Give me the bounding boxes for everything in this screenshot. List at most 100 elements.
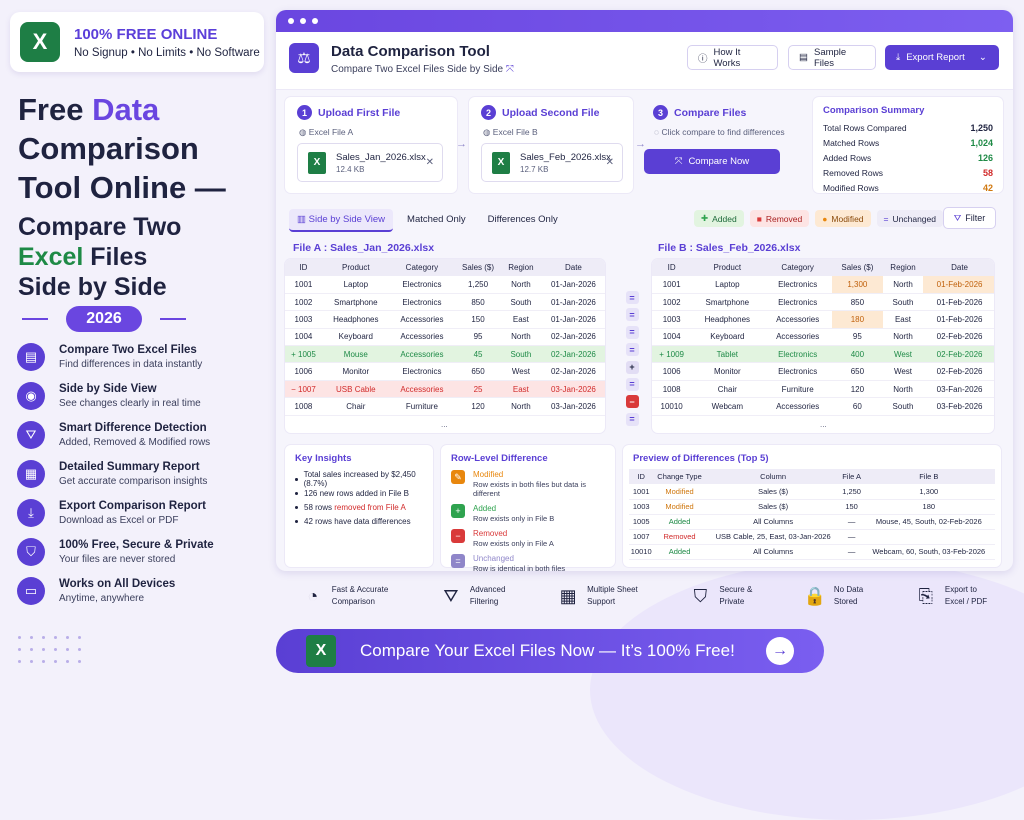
column-header[interactable]: ID (652, 259, 692, 276)
decorative-dots (18, 636, 88, 663)
hero-title: Free Data Comparison Tool Online — Compa… (18, 94, 226, 305)
column-header[interactable]: Sales ($) (454, 259, 502, 276)
column-header[interactable]: ID (285, 259, 322, 276)
column-header[interactable]: File B (862, 469, 995, 484)
window-dot[interactable] (288, 18, 294, 24)
feature-desc: Your files are never stored (59, 554, 176, 565)
table-row[interactable]: 1003 Headphones Accessories 180 East 01-Feb-2… (652, 310, 994, 329)
table-cell: North (501, 276, 540, 294)
table-cell: East (501, 380, 540, 399)
table-cell (862, 529, 995, 545)
column-header[interactable]: Region (501, 259, 540, 276)
tab-side-by-side[interactable]: ▥ Side by Side View (289, 209, 394, 232)
table-row[interactable]: 1008 Chair Furniture 120 North 03-Fan-2026 (652, 380, 994, 399)
window-dot[interactable] (312, 18, 318, 24)
column-header[interactable]: Product (691, 259, 764, 276)
file-b-chip[interactable]: X Sales_Feb_2026.xlsx 12.7 KB ✕ (481, 143, 623, 182)
table-cell: Sales ($) (705, 484, 841, 500)
tab-differences-only[interactable]: Differences Only (480, 209, 566, 232)
table-row[interactable]: 1006 Monitor Electronics 650 West 02-Feb-2026 (652, 362, 994, 381)
table-cell: 95 (831, 328, 883, 347)
table-row[interactable]: 1002 Smartphone Electronics 850 South 01-Jan-… (285, 293, 605, 312)
feature-item: ◉ Side by Side View See changes clearly in… (17, 382, 201, 410)
column-header[interactable]: ID (629, 469, 654, 484)
table-cell: All Columns (705, 544, 841, 560)
column-header[interactable]: File A (840, 469, 863, 484)
table-header: ID Change Type Column File A File B (629, 469, 995, 484)
tab-matched-only[interactable]: Matched Only (399, 209, 474, 232)
filter-button[interactable]: ⛛ Filter (943, 207, 996, 229)
table-cell: 1001 (652, 276, 692, 294)
row-level-item: − Removed Row exists only in File A (451, 529, 605, 548)
table-row[interactable]: 1007 Removed USB Cable, 25, East, 03-Jan-2… (629, 529, 995, 545)
column-header[interactable]: Product (321, 259, 390, 276)
table-row[interactable]: 1005 Added All Columns — Mouse, 45, South, 0… (629, 514, 995, 530)
table-row[interactable]: 1001 Modified Sales ($) 1,250 1,300 (629, 484, 995, 500)
window-dot[interactable] (300, 18, 306, 24)
table-cell: All Columns (705, 514, 841, 530)
table-cell: USB Cable, 25, East, 03-Jan-2026 (705, 529, 841, 545)
table-row[interactable]: − 1007 USB Cable Accessories 25 East 03-Jan-2… (285, 380, 605, 399)
strip-label: Fast & Accurate (331, 585, 389, 595)
shield-icon: ⛉ (693, 585, 708, 606)
table-cell: Headphones (321, 310, 390, 329)
table-row[interactable]: 10010 Added All Columns — Webcam, 60, South,… (629, 544, 995, 560)
table-cell: Accessories (389, 328, 455, 347)
column-header[interactable]: Category (389, 259, 455, 276)
upload-second-file-card: 2 Upload Second File ◍ Excel File B X Sal… (468, 96, 634, 194)
table-cell: 10010 (652, 397, 692, 416)
table-cell: 01-Jan-2026 (539, 293, 605, 312)
table-row[interactable]: 1004 Keyboard Accessories 95 North 02-Feb-202… (652, 328, 994, 347)
summary-row: Matched Rows 1,024 (823, 135, 993, 150)
column-header[interactable]: Category (763, 259, 832, 276)
table-cell: Electronics (763, 276, 832, 294)
table-row[interactable]: 1002 Smartphone Electronics 850 South 01-Feb-… (652, 293, 994, 312)
sample-files-button[interactable]: ▤ Sample Files (788, 45, 876, 70)
compare-now-button[interactable]: ⤧ Compare Now (644, 149, 780, 174)
preview-of-differences: Preview of Differences (Top 5) ID Change … (622, 444, 1002, 568)
close-icon[interactable]: ✕ (426, 157, 434, 168)
table-cell: Chair (691, 380, 764, 399)
column-header[interactable]: Date (539, 259, 605, 276)
table-row[interactable]: 10010 Webcam Accessories 60 South 03-Feb-2026 (652, 397, 994, 416)
table-cell: Removed (653, 529, 706, 545)
plus-icon: + (625, 360, 639, 374)
table-cell: Headphones (691, 310, 764, 329)
table-cell: Electronics (763, 345, 832, 364)
legend-modified: ● Modified (815, 210, 871, 227)
row-level-item: ✎ Modified Row exists in both files but da… (451, 470, 605, 498)
column-header[interactable]: Region (882, 259, 924, 276)
row-level-name: Unchanged (473, 554, 514, 563)
table-row[interactable]: 1001 Laptop Electronics 1,300 North 01-Feb-20… (652, 276, 994, 294)
feature-item: ▤ Compare Two Excel Files Find differences… (17, 343, 202, 371)
column-header[interactable]: Sales ($) (831, 259, 883, 276)
plus-icon: ✚ (701, 213, 709, 223)
table-row[interactable]: 1003 Headphones Accessories 150 East 01-Jan-2… (285, 310, 605, 329)
table-row[interactable]: + 1005 Mouse Accessories 45 South 02-Jan-2026 (285, 345, 605, 364)
table-cell: South (882, 293, 924, 312)
excel-logo-icon: X (306, 635, 336, 667)
table-row[interactable]: 1006 Monitor Electronics 650 West 02-Jan-2026 (285, 362, 605, 381)
export-report-button[interactable]: ⤓ Export Report ⌄ (885, 45, 999, 70)
table-row[interactable]: 1004 Keyboard Accessories 95 North 02-Jan-202… (285, 328, 605, 347)
row-mark: − (291, 384, 298, 394)
table-row[interactable]: 1003 Modified Sales ($) 150 180 (629, 499, 995, 515)
divider (160, 318, 186, 320)
column-header[interactable]: Date (923, 259, 994, 276)
feature-title: Export Comparison Report (59, 500, 206, 512)
bullet-icon (295, 491, 298, 495)
column-header[interactable]: Change Type (653, 469, 706, 484)
table-row[interactable]: 1001 Laptop Electronics 1,250 North 01-Jan-20… (285, 276, 605, 294)
step-subtitle: Excel File A (308, 127, 354, 137)
table-row[interactable]: 1008 Chair Furniture 120 North 03-Jan-2026 (285, 397, 605, 416)
table-row[interactable]: + 1009 Tablet Electronics 400 West 02-Feb-202… (652, 345, 994, 364)
table-cell: East (882, 310, 924, 329)
hero-text: Files (83, 243, 148, 271)
legend: ✚ Added ■ Removed ● Modified = Unchanged (694, 210, 943, 227)
how-it-works-button[interactable]: ⓘ How It Works (687, 45, 778, 70)
file-a-chip[interactable]: X Sales_Jan_2026.xlsx 12.4 KB ✕ (297, 143, 443, 182)
table-cell: Added (653, 544, 706, 560)
close-icon[interactable]: ✕ (606, 157, 614, 168)
cta-button[interactable]: X Compare Your Excel Files Now — It’s 10… (276, 629, 824, 673)
column-header[interactable]: Column (705, 469, 841, 484)
